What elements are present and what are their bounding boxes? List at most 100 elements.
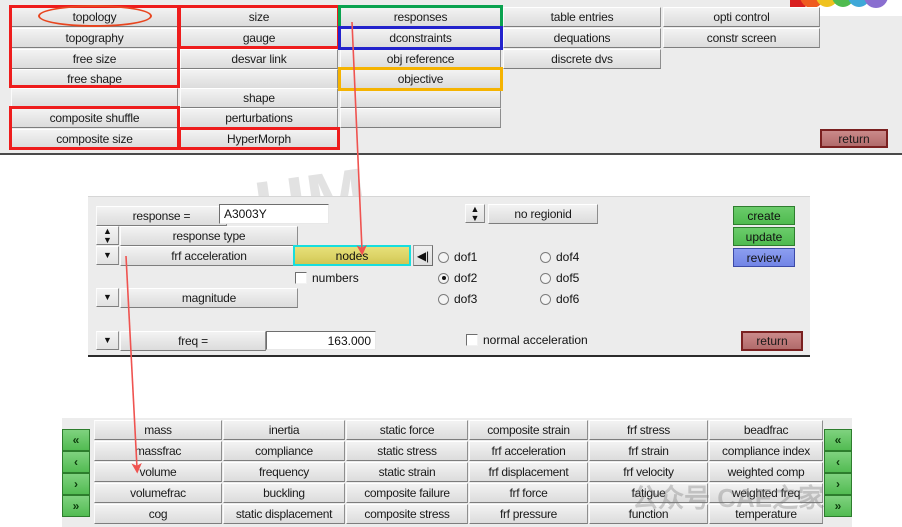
response-type-label: response type xyxy=(120,226,298,246)
magnitude-value[interactable]: magnitude xyxy=(120,288,298,308)
table-cell[interactable]: frf strain xyxy=(589,441,708,461)
table-cell[interactable]: static force xyxy=(346,420,468,440)
normal-acceleration-checkbox[interactable]: normal acceleration xyxy=(466,333,588,347)
menu-item-opti-control[interactable]: opti control xyxy=(663,7,820,27)
menu-item-objective[interactable]: objective xyxy=(340,69,501,89)
radio-dof2-circle[interactable] xyxy=(438,272,449,284)
table-cell[interactable]: weighted comp xyxy=(709,462,823,482)
menu-return-button[interactable]: return xyxy=(820,129,888,148)
table-cell[interactable]: function xyxy=(589,504,708,524)
table-cell[interactable]: compliance index xyxy=(709,441,823,461)
radio-dof6-circle[interactable] xyxy=(540,293,551,305)
menu-item-free-size[interactable]: free size xyxy=(11,49,178,69)
table-cell[interactable]: frf acceleration xyxy=(469,441,588,461)
radio-dof5[interactable]: dof5 xyxy=(540,271,579,285)
freq-value-input[interactable]: 163.000 xyxy=(266,331,376,350)
nav-first-left-button[interactable]: « xyxy=(62,429,90,451)
menu-item-discrete-dvs[interactable]: discrete dvs xyxy=(503,49,661,69)
nav-next-right-button[interactable]: › xyxy=(824,473,852,495)
radio-dof4-circle[interactable] xyxy=(540,251,551,263)
table-cell[interactable]: compliance xyxy=(223,441,345,461)
panel-return-button[interactable]: return xyxy=(741,331,803,351)
menu-item-topography[interactable]: topography xyxy=(11,28,178,48)
radio-dof1-circle[interactable] xyxy=(438,251,449,263)
table-cell[interactable]: static stress xyxy=(346,441,468,461)
regionid-value[interactable]: no regionid xyxy=(488,204,598,224)
table-cell[interactable]: composite stress xyxy=(346,504,468,524)
radio-dof3[interactable]: dof3 xyxy=(438,292,477,306)
entity-selector-nodes-button[interactable]: nodes xyxy=(293,245,411,266)
nav-last-right-button[interactable]: » xyxy=(824,495,852,517)
table-cell[interactable]: inertia xyxy=(223,420,345,440)
table-cell[interactable]: volume xyxy=(94,462,222,482)
table-cell[interactable]: volumefrac xyxy=(94,483,222,503)
table-cell[interactable]: frf pressure xyxy=(469,504,588,524)
menu-item-composite-size[interactable]: composite size xyxy=(11,129,178,149)
freq-label: freq = xyxy=(120,331,266,351)
reverse-selection-icon[interactable]: ◀| xyxy=(413,245,433,266)
radio-dof4[interactable]: dof4 xyxy=(540,250,579,264)
radio-dof6[interactable]: dof6 xyxy=(540,292,579,306)
table-cell[interactable]: cog xyxy=(94,504,222,524)
menu-item-table-entries[interactable]: table entries xyxy=(503,7,661,27)
table-cell[interactable]: static strain xyxy=(346,462,468,482)
table-cell[interactable]: frequency xyxy=(223,462,345,482)
table-cell[interactable]: frf force xyxy=(469,483,588,503)
update-button[interactable]: update xyxy=(733,227,795,246)
menu-item-desvar-link[interactable]: desvar link xyxy=(180,49,338,69)
response-label: response = xyxy=(96,206,227,226)
numbers-checkbox[interactable]: numbers xyxy=(295,271,359,285)
menu-item-shape[interactable]: shape xyxy=(180,88,338,108)
numbers-checkbox-label: numbers xyxy=(312,271,359,285)
menu-item-responses[interactable]: responses xyxy=(340,7,501,27)
table-cell[interactable]: frf displacement xyxy=(469,462,588,482)
radio-dof3-circle[interactable] xyxy=(438,293,449,305)
radio-dof5-circle[interactable] xyxy=(540,272,551,284)
menu-item-size[interactable]: size xyxy=(180,7,338,27)
response-type-value[interactable]: frf acceleration xyxy=(120,246,298,266)
menu-item-topology[interactable]: topology xyxy=(11,7,178,27)
menu-item-gauge[interactable]: gauge xyxy=(180,28,338,48)
nav-prev-left-button[interactable]: ‹ xyxy=(62,451,90,473)
menu-item-perturbations[interactable]: perturbations xyxy=(180,108,338,128)
table-cell[interactable]: buckling xyxy=(223,483,345,503)
table-cell[interactable]: mass xyxy=(94,420,222,440)
regionid-spinner-icon[interactable]: ▲ ▼ xyxy=(465,204,485,223)
menu-item-hypermorph[interactable]: HyperMorph xyxy=(180,129,338,149)
table-cell[interactable]: static displacement xyxy=(223,504,345,524)
nav-first-right-button[interactable]: « xyxy=(824,429,852,451)
response-name-input[interactable]: A3003Y xyxy=(219,204,329,224)
nav-prev-right-button[interactable]: ‹ xyxy=(824,451,852,473)
menu-item-composite-shuffle[interactable]: composite shuffle xyxy=(11,108,178,128)
table-cell[interactable]: beadfrac xyxy=(709,420,823,440)
table-cell[interactable]: weighted freq xyxy=(709,483,823,503)
table-cell[interactable]: massfrac xyxy=(94,441,222,461)
application-window: HM topology topography free size free sh… xyxy=(0,0,902,527)
table-cell[interactable]: frf stress xyxy=(589,420,708,440)
radio-dof4-label: dof4 xyxy=(556,250,580,264)
table-cell[interactable]: frf velocity xyxy=(589,462,708,482)
response-type-spinner-icon[interactable]: ▲ ▼ xyxy=(96,226,119,245)
review-button[interactable]: review xyxy=(733,248,795,267)
radio-dof1[interactable]: dof1 xyxy=(438,250,477,264)
menu-item-free-shape[interactable]: free shape xyxy=(11,69,178,89)
radio-dof1-label: dof1 xyxy=(454,250,478,264)
freq-dropdown-icon[interactable]: ▼ xyxy=(96,331,119,350)
menu-item-obj-reference[interactable]: obj reference xyxy=(340,49,501,69)
menu-item-dconstraints[interactable]: dconstraints xyxy=(340,28,501,48)
create-button[interactable]: create xyxy=(733,206,795,225)
table-cell[interactable]: composite failure xyxy=(346,483,468,503)
magnitude-dropdown-icon[interactable]: ▼ xyxy=(96,288,119,307)
numbers-checkbox-box[interactable] xyxy=(295,272,307,284)
table-cell[interactable]: temperature xyxy=(709,504,823,524)
normal-acceleration-checkbox-box[interactable] xyxy=(466,334,478,346)
radio-dof6-label: dof6 xyxy=(556,292,580,306)
nav-last-left-button[interactable]: » xyxy=(62,495,90,517)
menu-item-dequations[interactable]: dequations xyxy=(503,28,661,48)
menu-item-constr-screen[interactable]: constr screen xyxy=(663,28,820,48)
table-cell[interactable]: fatigue xyxy=(589,483,708,503)
table-cell[interactable]: composite strain xyxy=(469,420,588,440)
radio-dof2[interactable]: dof2 xyxy=(438,271,477,285)
response-type-dropdown-icon[interactable]: ▼ xyxy=(96,246,119,265)
nav-next-left-button[interactable]: › xyxy=(62,473,90,495)
